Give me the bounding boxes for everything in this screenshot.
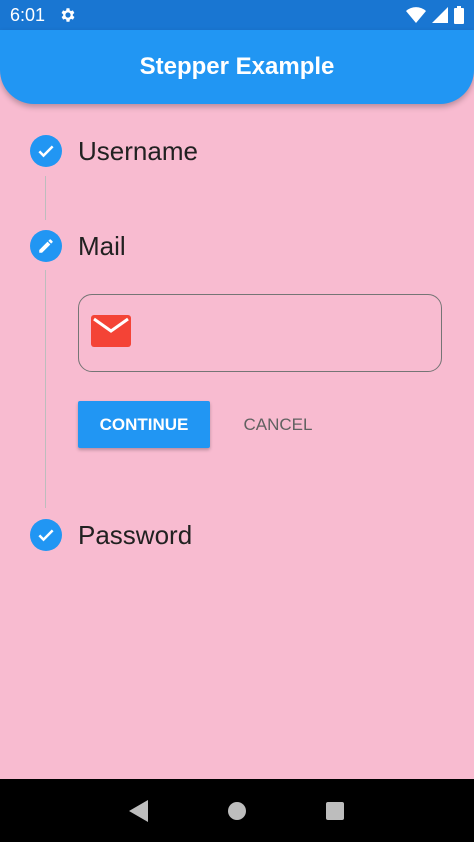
gear-icon [59, 6, 77, 24]
status-time: 6:01 [10, 4, 46, 25]
step-connector [45, 176, 46, 220]
check-icon [30, 519, 62, 551]
step-mail[interactable]: Mail [30, 230, 126, 262]
check-icon [30, 135, 62, 167]
step-title: Mail [78, 230, 126, 261]
step-username[interactable]: Username [30, 135, 198, 167]
step-title: Password [78, 519, 193, 550]
cancel-button[interactable]: CANCEL [228, 401, 328, 448]
recents-icon[interactable] [325, 801, 345, 821]
navigation-bar [0, 779, 474, 842]
mail-input[interactable] [143, 295, 441, 371]
continue-button[interactable]: CONTINUE [78, 401, 210, 448]
status-bar: 6:01 [0, 0, 474, 30]
app-bar-title: Stepper Example [139, 53, 335, 80]
mail-icon [91, 314, 131, 352]
step-connector [45, 270, 46, 508]
battery-icon [454, 6, 464, 24]
mail-field[interactable] [78, 294, 442, 372]
home-icon[interactable] [227, 801, 247, 821]
signal-icon [432, 7, 448, 23]
back-icon[interactable] [129, 799, 149, 822]
app-bar: Stepper Example [0, 30, 474, 104]
step-password[interactable]: Password [30, 519, 192, 551]
pencil-icon [30, 230, 62, 262]
wifi-icon [406, 7, 426, 23]
step-title: Username [78, 135, 198, 166]
